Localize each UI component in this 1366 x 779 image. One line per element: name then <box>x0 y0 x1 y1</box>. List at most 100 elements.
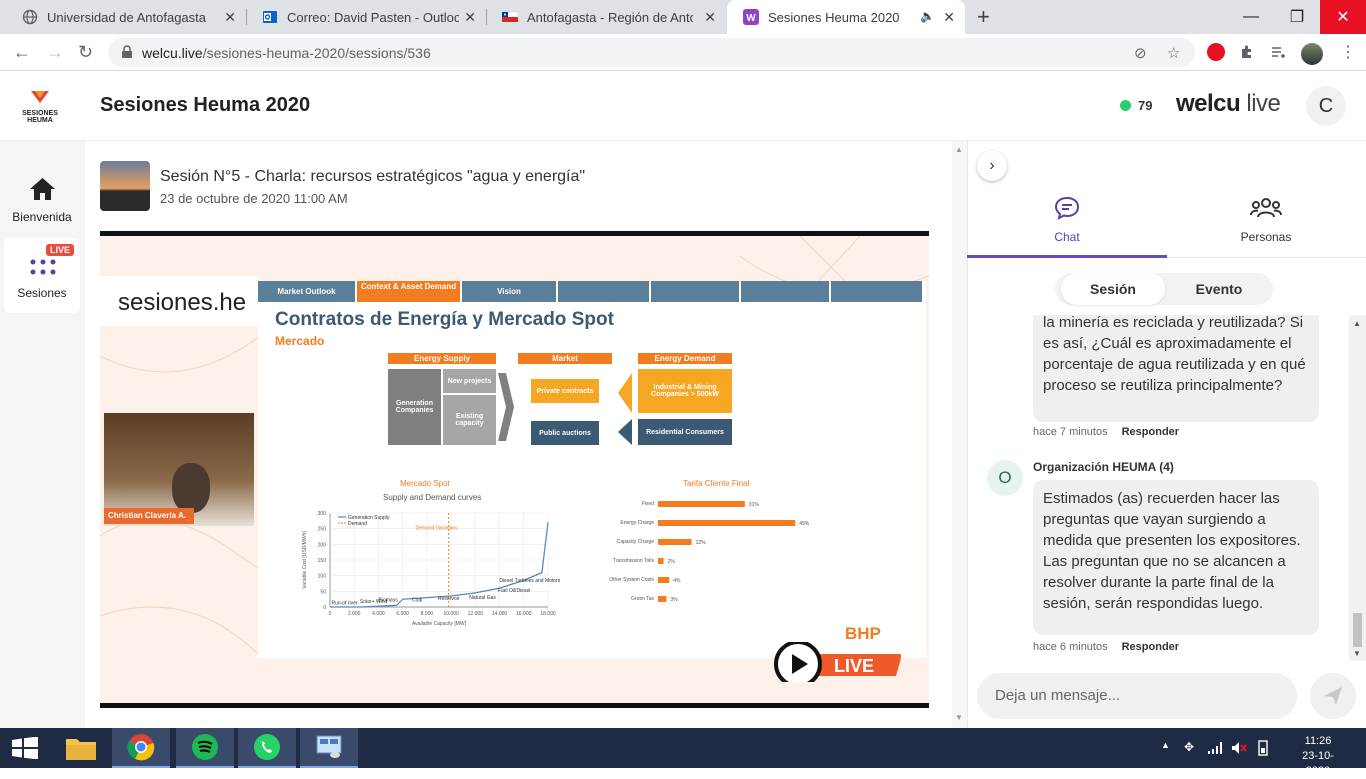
spot-x-tick-label: 8.000 <box>421 611 434 617</box>
spot-annotation: Fuel Oil/Diesel <box>498 588 531 594</box>
chat-messages: la minería es reciclada y reutilizada? S… <box>967 315 1349 661</box>
maximize-button[interactable]: ❐ <box>1274 0 1320 34</box>
spot-annotation: Diesel Turbines and Motors <box>499 578 560 584</box>
tab-antofagasta[interactable]: Antofagasta - Región de Antofag ✕ <box>486 0 726 34</box>
speaker-icon[interactable]: 🔈 <box>920 9 935 23</box>
scroll-down-icon[interactable]: ▼ <box>1353 649 1361 658</box>
windows-logo-icon <box>12 737 38 759</box>
nav-item-bienvenida[interactable]: Bienvenida <box>4 161 80 236</box>
user-avatar[interactable]: C <box>1306 86 1346 126</box>
energy-demand-header: Energy Demand <box>638 353 732 364</box>
message-input[interactable]: Deja un mensaje... <box>977 673 1297 719</box>
demand-arrow-icon <box>618 373 632 413</box>
adblock-extension-icon[interactable] <box>1207 43 1225 61</box>
main-scrollbar[interactable]: ▲ ▼ <box>952 141 967 728</box>
send-button[interactable] <box>1310 673 1356 719</box>
back-arrow-icon[interactable]: ← <box>13 42 31 63</box>
menu-dots-icon[interactable]: ⋮ <box>1340 42 1356 62</box>
tab-chat[interactable]: Chat <box>967 196 1167 244</box>
app-header: SESIONES HEUMA Sesiones Heuma 2020 79 we… <box>0 71 1366 141</box>
reload-icon[interactable]: ↻ <box>78 42 93 63</box>
chat-scope-toggle: Sesión Evento <box>1055 273 1273 305</box>
tariff-bar <box>658 577 670 583</box>
clock-time: 11:26 <box>1304 735 1332 747</box>
spot-y-axis-label: Variable Cost [USD/MWh] <box>302 531 308 589</box>
puzzle-extensions-icon[interactable] <box>1239 44 1255 60</box>
reply-link[interactable]: Responder <box>1122 426 1179 438</box>
tab-outlook[interactable]: Correo: David Pasten - Outlook ✕ <box>246 0 486 34</box>
tariff-bar <box>658 558 664 564</box>
spotify-button[interactable] <box>176 728 234 768</box>
close-icon[interactable]: ✕ <box>943 9 955 26</box>
live-logo-text: LIVE <box>834 656 874 676</box>
tab-universidad[interactable]: Universidad de Antofagasta ✕ <box>6 0 246 34</box>
residential-arrow-icon <box>618 419 632 445</box>
control-panel-button[interactable] <box>300 728 358 768</box>
spot-annotation: Coal <box>412 597 422 603</box>
new-tab-button[interactable]: + <box>977 4 990 30</box>
close-icon[interactable]: ✕ <box>224 9 236 26</box>
segment-sesion[interactable]: Sesión <box>1061 273 1165 305</box>
spot-x-tick-label: 0 <box>329 611 332 617</box>
collapse-panel-button[interactable]: › <box>977 151 1007 181</box>
file-explorer-button[interactable] <box>52 728 110 768</box>
start-button[interactable] <box>0 728 50 768</box>
tariff-bar <box>658 596 667 602</box>
window-close-button[interactable]: ✕ <box>1320 0 1366 34</box>
scroll-up-icon[interactable]: ▲ <box>955 145 963 154</box>
browser-tab-strip: Universidad de Antofagasta ✕ Correo: Dav… <box>0 0 1366 34</box>
sesiones-heuma-logo[interactable]: SESIONES HEUMA <box>20 89 60 124</box>
spot-chart-subtitle: Supply and Demand curves <box>383 493 482 502</box>
video-player[interactable]: sesiones.he Christian Clavería A. Market… <box>100 231 929 708</box>
folder-icon <box>66 739 96 760</box>
windows-taskbar: ▲ ✥ 11:26 23-10-2020 <box>0 728 1366 777</box>
volume-muted-icon[interactable] <box>1231 740 1247 756</box>
tray-expand-icon[interactable]: ▲ <box>1161 740 1170 750</box>
media-queue-icon[interactable] <box>1270 44 1286 60</box>
sessions-icon <box>30 259 56 275</box>
chrome-button[interactable] <box>112 728 170 768</box>
close-icon[interactable]: ✕ <box>464 9 476 26</box>
signal-icon[interactable] <box>1207 741 1223 755</box>
slide-title: Contratos de Energía y Mercado Spot <box>275 309 614 330</box>
spot-annotation: Biomass <box>379 597 399 603</box>
close-icon[interactable]: ✕ <box>704 9 716 26</box>
tab-personas[interactable]: Personas <box>1166 196 1366 244</box>
tariff-category-label: Capacity Charge <box>617 539 654 545</box>
scrollbar-thumb[interactable] <box>1353 613 1362 647</box>
tariff-chart-title: Tarifa Cliente Final <box>683 479 750 488</box>
reply-link[interactable]: Responder <box>1122 641 1179 653</box>
scroll-up-icon[interactable]: ▲ <box>1353 319 1361 328</box>
eye-off-icon[interactable]: ⊘ <box>1134 44 1147 62</box>
tariff-bar-chart: Fixed 31% Energy Charge 49% Capacity Charge 1… <box>609 501 810 603</box>
system-clock[interactable]: 11:26 23-10-2020 <box>1290 734 1346 779</box>
tariff-value-label: 49% <box>799 521 810 527</box>
dropbox-icon[interactable]: ✥ <box>1184 740 1194 754</box>
slide-tab-strip: Market Outlook Context & Asset Demand Vi… <box>258 281 926 302</box>
tab-sesiones-heuma[interactable]: W Sesiones Heuma 2020 🔈 ✕ <box>727 0 965 34</box>
whatsapp-button[interactable] <box>238 728 296 768</box>
chat-message-meta: hace 6 minutos Responder <box>1033 641 1179 653</box>
scroll-down-icon[interactable]: ▼ <box>955 713 963 722</box>
forward-arrow-icon[interactable]: → <box>46 42 64 63</box>
live-logo: LIVE <box>774 642 901 682</box>
whatsapp-icon <box>254 734 280 760</box>
battery-icon[interactable] <box>1255 740 1271 756</box>
chat-scrollbar[interactable]: ▲ ▼ <box>1349 315 1366 661</box>
welcu-live-logo[interactable]: welcu live <box>1176 90 1281 118</box>
spot-x-axis-label: Available Capacity [MW] <box>412 621 467 627</box>
url-bar[interactable]: welcu.live/sesiones-heuma-2020/sessions/… <box>108 38 1195 67</box>
profile-avatar[interactable] <box>1301 43 1323 65</box>
message-author: Organización HEUMA (4) <box>1033 460 1174 474</box>
star-icon[interactable]: ☆ <box>1167 44 1180 62</box>
residential-consumers-box: Residential Consumers <box>638 419 732 445</box>
minimize-button[interactable]: — <box>1228 0 1274 34</box>
message-time: hace 7 minutos <box>1033 426 1108 438</box>
slide-tab: Market Outlook <box>258 281 355 302</box>
nav-label: Sesiones <box>17 286 67 300</box>
brand-bold: welcu <box>1176 90 1241 117</box>
outlook-icon <box>263 11 277 23</box>
chrome-icon <box>127 734 155 761</box>
segment-evento[interactable]: Evento <box>1166 273 1272 305</box>
tariff-category-label: Fixed <box>642 501 654 507</box>
